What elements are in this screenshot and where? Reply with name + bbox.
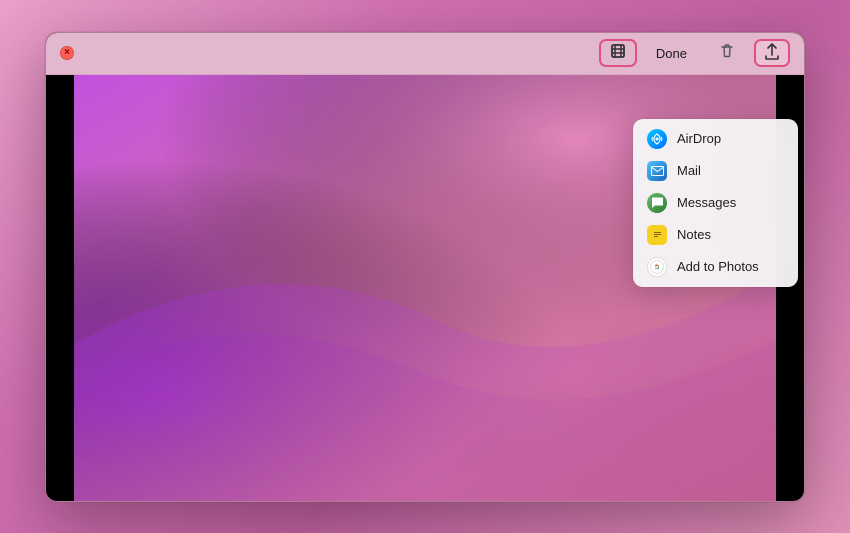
trash-icon bbox=[719, 43, 735, 64]
notes-label: Notes bbox=[677, 227, 711, 242]
window-content: AirDrop Mail Messages bbox=[46, 75, 804, 501]
messages-label: Messages bbox=[677, 195, 736, 210]
menu-item-notes[interactable]: Notes bbox=[633, 219, 798, 251]
mail-label: Mail bbox=[677, 163, 701, 178]
crop-button[interactable] bbox=[599, 39, 637, 67]
mail-icon bbox=[647, 161, 667, 181]
delete-button[interactable] bbox=[706, 39, 748, 67]
add-to-photos-label: Add to Photos bbox=[677, 259, 759, 274]
screenshot-window: Done bbox=[45, 32, 805, 502]
photos-icon bbox=[647, 257, 667, 277]
toolbar-buttons: Done bbox=[599, 39, 790, 67]
menu-item-mail[interactable]: Mail bbox=[633, 155, 798, 187]
share-icon bbox=[764, 43, 780, 64]
share-dropdown-menu: AirDrop Mail Messages bbox=[633, 119, 798, 287]
share-button[interactable] bbox=[754, 39, 790, 67]
done-button[interactable]: Done bbox=[643, 39, 700, 67]
airdrop-icon bbox=[647, 129, 667, 149]
notes-icon bbox=[647, 225, 667, 245]
airdrop-label: AirDrop bbox=[677, 131, 721, 146]
crop-icon bbox=[609, 42, 627, 64]
title-bar: Done bbox=[46, 33, 804, 75]
black-bar-left bbox=[46, 75, 74, 501]
menu-item-add-to-photos[interactable]: Add to Photos bbox=[633, 251, 798, 283]
messages-icon bbox=[647, 193, 667, 213]
close-button[interactable] bbox=[60, 46, 74, 60]
menu-item-messages[interactable]: Messages bbox=[633, 187, 798, 219]
menu-item-airdrop[interactable]: AirDrop bbox=[633, 123, 798, 155]
